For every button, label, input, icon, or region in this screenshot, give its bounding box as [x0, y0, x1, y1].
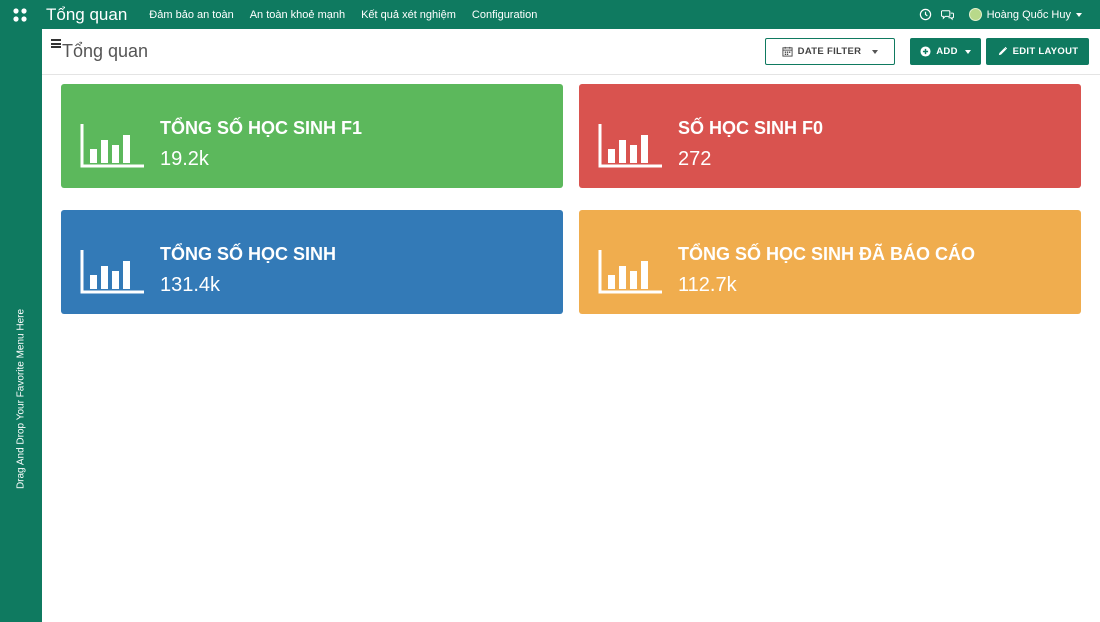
stat-card-label: SỐ HỌC SINH F0	[678, 118, 824, 138]
favorites-hint: Drag And Drop Your Favorite Menu Here	[15, 308, 27, 490]
avatar	[968, 8, 982, 21]
favorites-sidebar[interactable]: Drag And Drop Your Favorite Menu Here	[0, 29, 42, 622]
calendar-icon	[782, 46, 793, 57]
user-menu[interactable]: Hoàng Quốc Huy	[968, 8, 1082, 21]
stat-card-label: TỔNG SỐ HỌC SINH	[160, 244, 337, 264]
stat-card-label: TỔNG SỐ HỌC SINH ĐÃ BÁO CÁO	[678, 244, 976, 264]
edit-layout-label: EDIT LAYOUT	[1012, 46, 1079, 57]
date-filter-label: DATE FILTER	[797, 46, 862, 57]
chevron-down-icon	[1076, 12, 1082, 17]
menu-item-configuration[interactable]: Configuration	[464, 9, 545, 21]
edit-layout-button[interactable]: EDIT LAYOUT	[986, 38, 1089, 65]
date-filter-button[interactable]: DATE FILTER	[765, 38, 895, 65]
stat-card-reported[interactable]: TỔNG SỐ HỌC SINH ĐÃ BÁO CÁO 112.7k	[579, 210, 1081, 314]
control-panel: Tổng quan DATE FILTER ADD EDIT LAYOUT	[42, 29, 1100, 75]
bar-chart-icon	[80, 124, 144, 168]
stat-card-total-students[interactable]: TỔNG SỐ HỌC SINH 131.4k	[61, 210, 563, 314]
menu-item-an-toan-khoe-manh[interactable]: An toàn khoẻ mạnh	[242, 9, 353, 21]
plus-circle-icon	[920, 46, 931, 57]
stat-card-f0[interactable]: SỐ HỌC SINH F0 272	[579, 84, 1081, 188]
user-name: Hoàng Quốc Huy	[986, 8, 1071, 21]
menu-item-dam-bao-an-toan[interactable]: Đảm bảo an toàn	[141, 9, 241, 21]
hamburger-menu-icon[interactable]	[51, 39, 61, 48]
menu-item-ket-qua-xet-nghiem[interactable]: Kết quả xét nghiệm	[353, 9, 464, 21]
add-label: ADD	[936, 46, 958, 57]
stat-card-label: TỔNG SỐ HỌC SINH F1	[160, 118, 363, 138]
topbar-right: Hoàng Quốc Huy	[919, 8, 1100, 22]
pencil-icon	[998, 46, 1007, 56]
activity-clock-icon[interactable]	[919, 8, 933, 22]
bar-chart-icon	[598, 124, 662, 168]
top-navbar: Tổng quan Đảm bảo an toàn An toàn khoẻ m…	[0, 0, 1100, 29]
add-button[interactable]: ADD	[910, 38, 981, 65]
apps-grid-icon[interactable]	[0, 0, 40, 29]
main-menu: Đảm bảo an toàn An toàn khoẻ mạnh Kết qu…	[141, 9, 545, 21]
bar-chart-icon	[80, 250, 144, 294]
stat-card-value: 272	[678, 148, 712, 170]
page-title: Tổng quan	[62, 41, 149, 61]
chevron-down-icon	[872, 49, 879, 54]
chevron-down-icon	[964, 49, 971, 54]
app-brand[interactable]: Tổng quan	[46, 5, 127, 25]
bar-chart-icon	[598, 250, 662, 294]
stat-card-value: 112.7k	[678, 274, 737, 296]
stat-card-f1[interactable]: TỔNG SỐ HỌC SINH F1 19.2k	[61, 84, 563, 188]
chat-bubbles-icon[interactable]	[941, 8, 955, 22]
stat-card-value: 19.2k	[160, 148, 209, 170]
stat-card-value: 131.4k	[160, 274, 221, 296]
